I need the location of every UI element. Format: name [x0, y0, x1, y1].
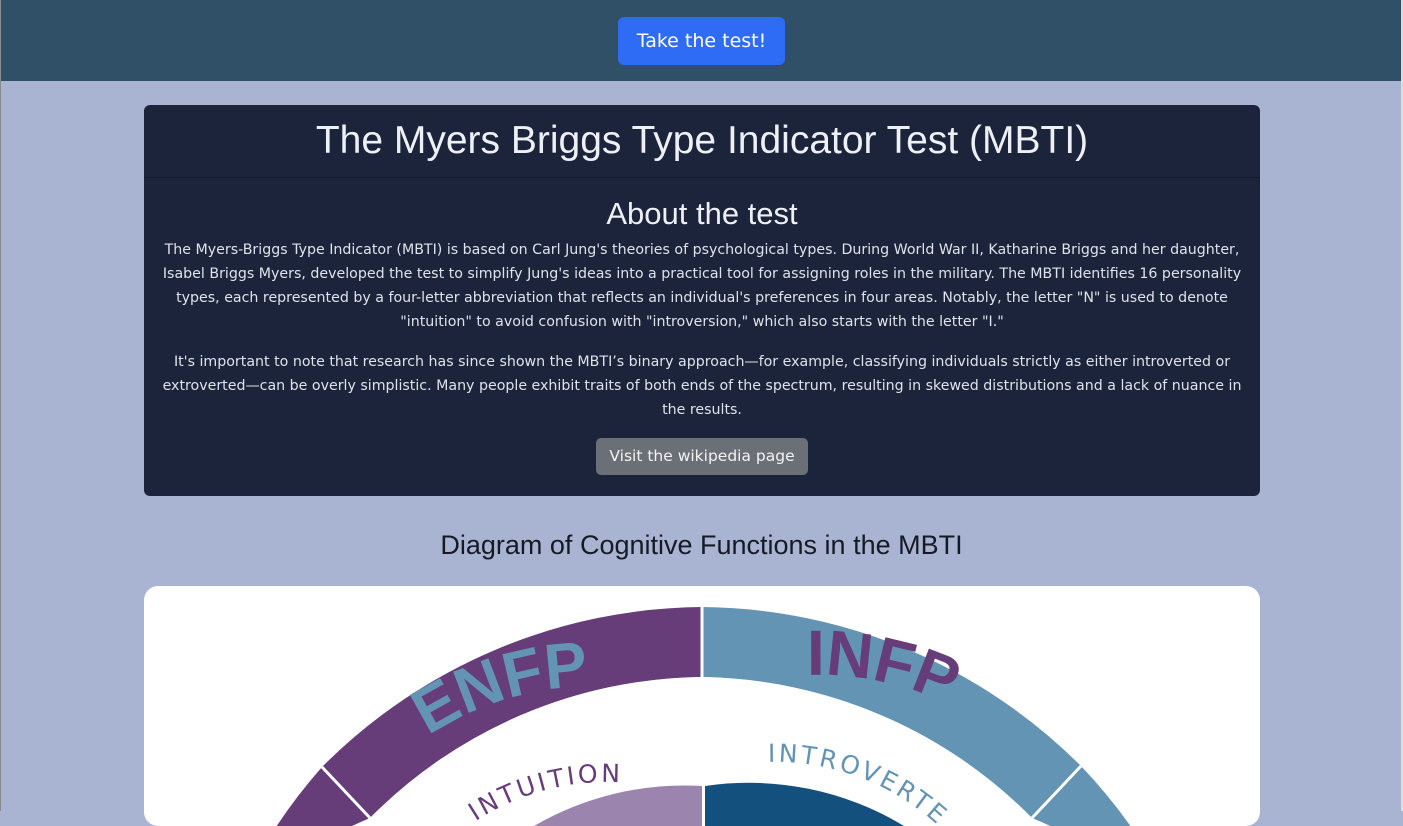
diagram-heading: Diagram of Cognitive Functions in the MB…	[440, 530, 963, 560]
window-edge-left	[0, 0, 1, 811]
diagram-card: ENFP INFP INTUITION INTROVERTED	[144, 586, 1260, 826]
wikipedia-link-button[interactable]: Visit the wikipedia page	[596, 438, 808, 475]
page-title: The Myers Briggs Type Indicator Test (MB…	[315, 119, 1089, 162]
intro-card: The Myers Briggs Type Indicator Test (MB…	[144, 105, 1260, 496]
about-paragraph-caveat: It's important to note that research has…	[162, 354, 1242, 418]
intro-card-header: The Myers Briggs Type Indicator Test (MB…	[144, 105, 1260, 178]
take-test-button[interactable]: Take the test!	[618, 17, 785, 65]
cognitive-functions-wheel: ENFP INFP INTUITION INTROVERTED	[144, 586, 1131, 826]
about-paragraph-history: The Myers-Briggs Type Indicator (MBTI) i…	[162, 242, 1242, 330]
about-heading: About the test	[606, 196, 798, 231]
intro-card-body: About the test The Myers-Briggs Type Ind…	[144, 196, 1260, 475]
